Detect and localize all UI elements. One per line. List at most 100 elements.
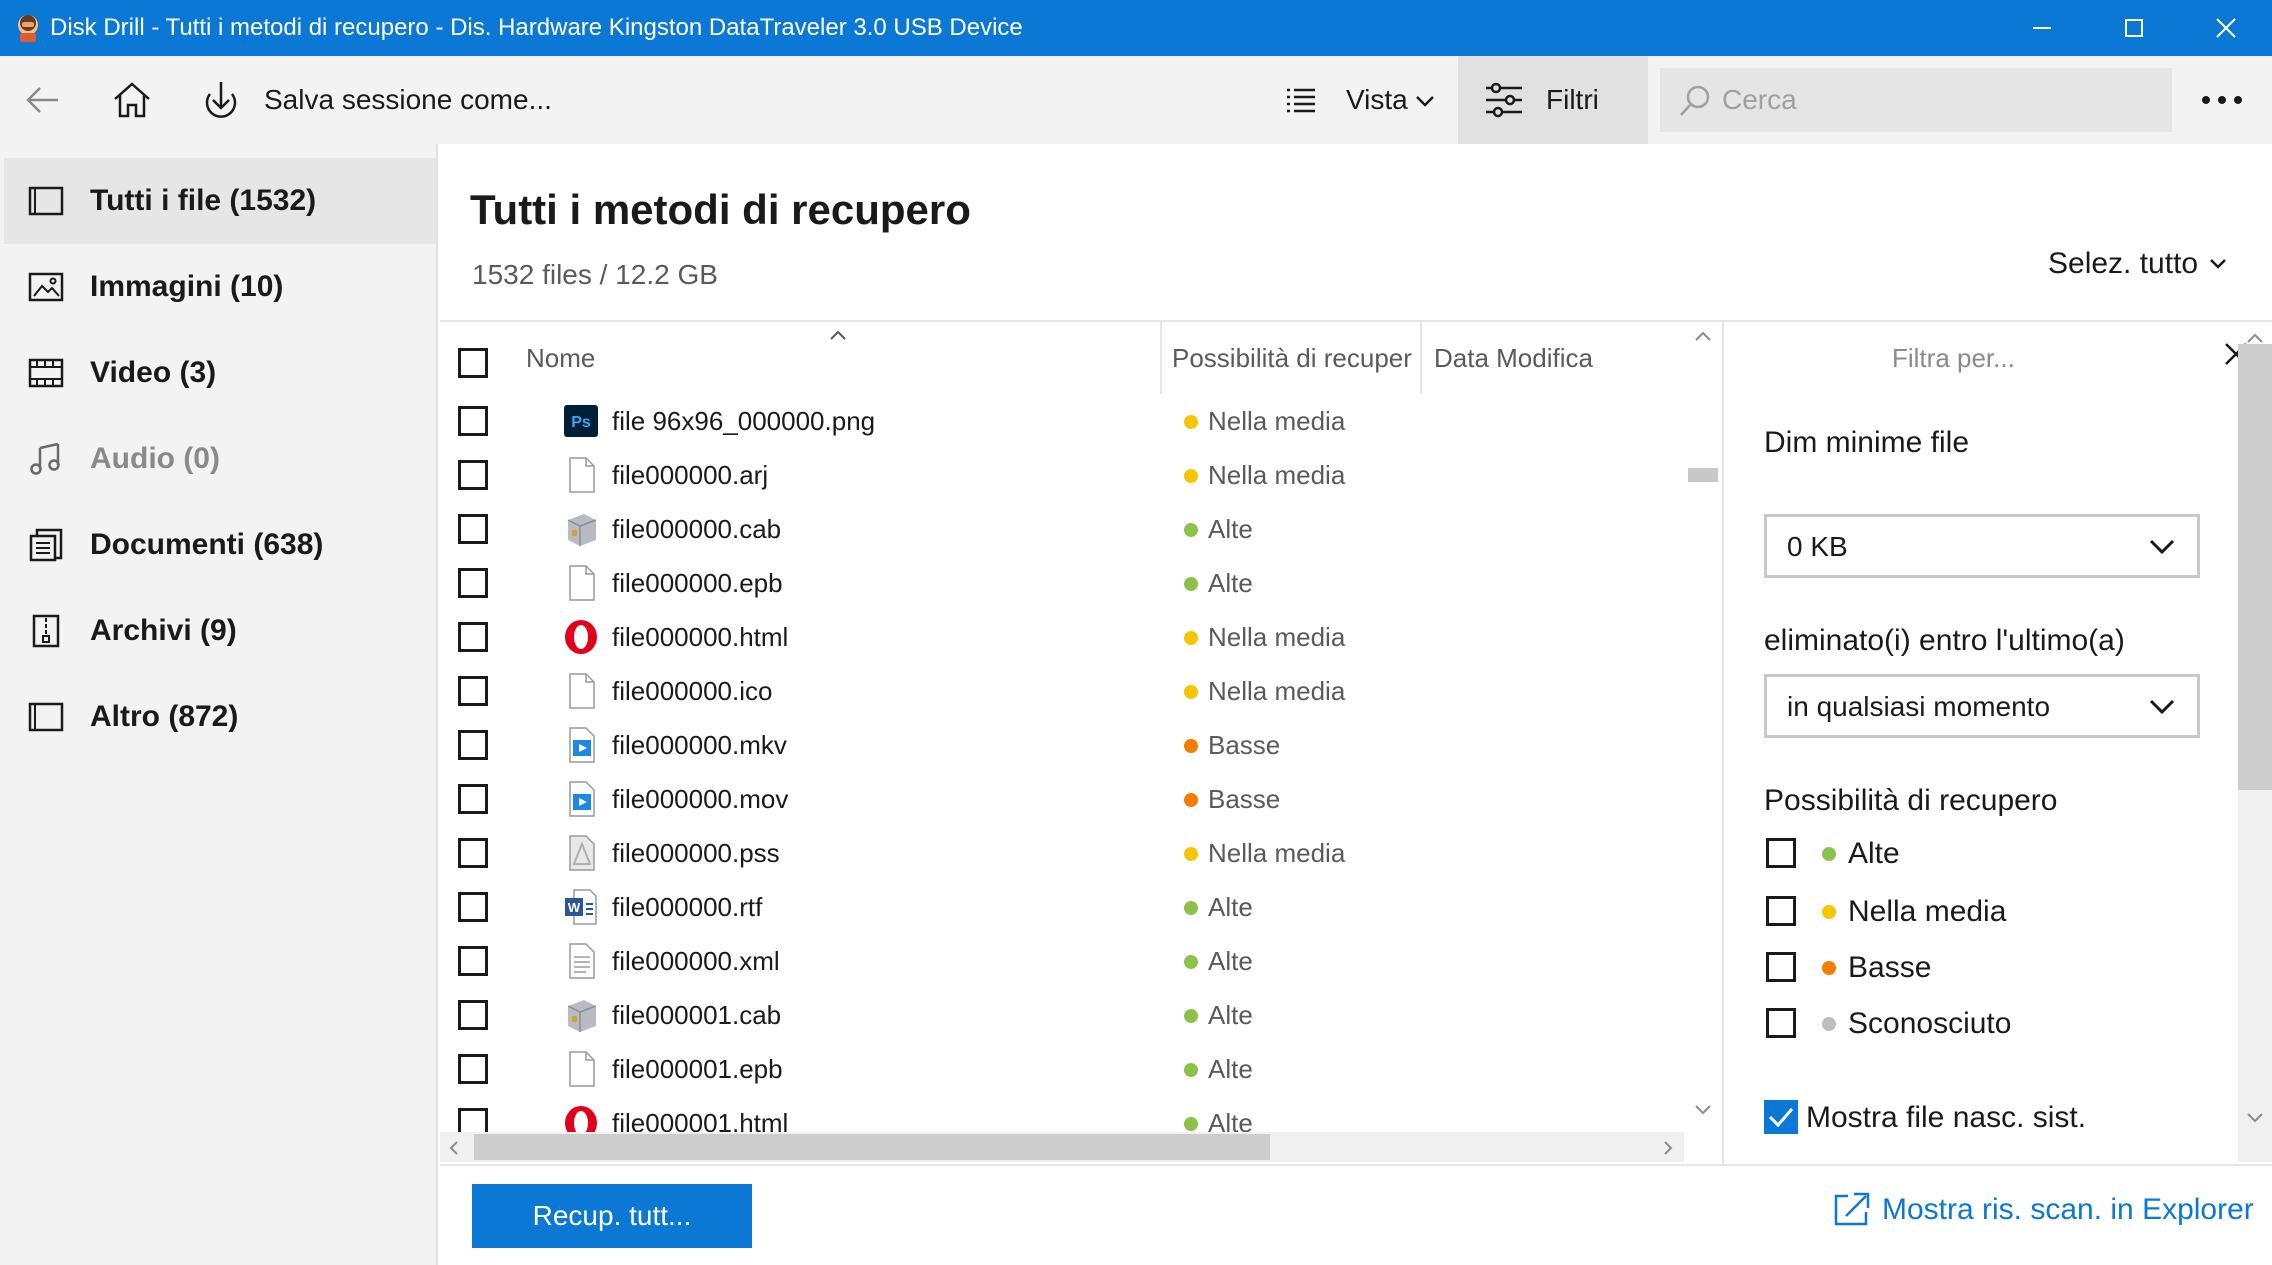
chevron-down-icon[interactable] [2208, 254, 2228, 274]
recovery-status-dot [1184, 1009, 1198, 1023]
recovery-filter-label: Sconosciuto [1848, 1007, 2012, 1040]
checkbox-checked[interactable] [1764, 1100, 1798, 1134]
filters-button[interactable]: Filtri [1458, 56, 1648, 144]
sidebar-item-documents[interactable]: Documenti (638) [4, 502, 436, 588]
sidebar-item-video[interactable]: Video (3) [4, 330, 436, 416]
checkbox[interactable] [1766, 838, 1796, 868]
close-button[interactable] [2180, 0, 2272, 56]
row-checkbox[interactable] [458, 892, 488, 922]
scroll-thumb[interactable] [2238, 344, 2272, 790]
row-checkbox[interactable] [458, 1000, 488, 1030]
row-checkbox[interactable] [458, 622, 488, 652]
save-session-button[interactable] [200, 78, 242, 122]
row-checkbox[interactable] [458, 946, 488, 976]
column-header-name[interactable]: Nome [526, 342, 595, 374]
row-checkbox[interactable] [458, 676, 488, 706]
row-checkbox[interactable] [458, 514, 488, 544]
column-separator[interactable] [1160, 322, 1162, 394]
min-size-select[interactable]: 0 KB [1764, 514, 2200, 578]
sidebar-item-archives[interactable]: Archivi (9) [4, 588, 436, 674]
show-in-explorer-link[interactable]: Mostra ris. scan. in Explorer [1792, 1182, 2254, 1238]
search-box[interactable] [1660, 68, 2172, 132]
table-row[interactable]: file000000.pss Nella media [440, 826, 1684, 880]
scroll-thumb[interactable] [1688, 468, 1718, 482]
view-chevron[interactable] [1414, 92, 1436, 110]
sidebar-item-audio[interactable]: Audio (0) [4, 416, 436, 502]
file-list-vertical-scrollbar[interactable] [1684, 322, 1722, 1162]
file-list-horizontal-scrollbar[interactable] [440, 1132, 1684, 1162]
recovery-filter-low[interactable]: Basse [1764, 946, 2164, 990]
scroll-down-icon[interactable] [1694, 1104, 1712, 1116]
column-header-date-modified[interactable]: Data Modifica [1434, 342, 1593, 374]
table-row[interactable]: file000001.epb Alte [440, 1042, 1684, 1096]
deleted-within-select[interactable]: in qualsiasi momento [1764, 674, 2200, 738]
table-row[interactable]: file000000.html Nella media [440, 610, 1684, 664]
column-separator[interactable] [1420, 322, 1422, 394]
back-button[interactable] [20, 80, 64, 120]
filter-panel-scrollbar[interactable] [2238, 333, 2272, 1162]
row-checkbox[interactable] [458, 838, 488, 868]
filter-panel: Filtra per... Dim minime file 0 KB elimi… [1722, 322, 2272, 1164]
row-checkbox[interactable] [458, 460, 488, 490]
file-name: file000001.html [612, 1108, 789, 1132]
document-icon [29, 528, 63, 562]
minimize-button[interactable] [1996, 0, 2088, 56]
scroll-right-icon[interactable] [1662, 1140, 1674, 1156]
show-hidden-files-toggle[interactable]: Mostra file nasc. sist. [1764, 1096, 2164, 1140]
row-checkbox[interactable] [458, 730, 488, 760]
sidebar-item-label: Archivi (9) [90, 614, 237, 647]
recovery-filter-medium[interactable]: Nella media [1764, 890, 2164, 934]
column-header-recovery[interactable]: Possibilità di recuper [1172, 342, 1412, 374]
scroll-up-icon[interactable] [1694, 330, 1712, 342]
table-row[interactable]: file000001.html Alte [440, 1096, 1684, 1132]
table-row[interactable]: file000000.epb Alte [440, 556, 1684, 610]
row-checkbox[interactable] [458, 406, 488, 436]
recovery-filter-label: Alte [1848, 837, 1900, 870]
table-row[interactable]: file000001.cab Alte [440, 988, 1684, 1042]
row-checkbox[interactable] [458, 1108, 488, 1132]
file-name: file000000.html [612, 622, 789, 652]
sidebar-item-label: Immagini (10) [90, 270, 284, 303]
checkbox[interactable] [1766, 1008, 1796, 1038]
view-list-button[interactable] [1284, 82, 1318, 118]
photoshop-icon: Ps [562, 402, 600, 440]
sidebar-item-images[interactable]: Immagini (10) [4, 244, 436, 330]
maximize-button[interactable] [2088, 0, 2180, 56]
bottom-bar: Recup. tutt... Mostra ris. scan. in Expl… [440, 1164, 2272, 1265]
arrow-left-icon [26, 87, 58, 113]
save-session-label[interactable]: Salva sessione come... [264, 82, 552, 118]
recovery-status-dot [1184, 577, 1198, 591]
select-all-checkbox[interactable] [458, 348, 488, 378]
recovery-filter-unknown[interactable]: Sconosciuto [1764, 1002, 2164, 1046]
table-row[interactable]: file000000.cab Alte [440, 502, 1684, 556]
recovery-status-dot [1184, 955, 1198, 969]
scroll-left-icon[interactable] [448, 1140, 460, 1156]
recover-all-button[interactable]: Recup. tutt... [472, 1184, 752, 1248]
search-input[interactable] [1722, 78, 2152, 122]
home-button[interactable] [110, 78, 154, 122]
table-row[interactable]: Ps file 96x96_000000.png Nella media [440, 394, 1684, 448]
recovery-status-dot [1184, 415, 1198, 429]
table-row[interactable]: file000000.mkv Basse [440, 718, 1684, 772]
scroll-thumb[interactable] [474, 1134, 1270, 1160]
row-checkbox[interactable] [458, 568, 488, 598]
scroll-down-icon[interactable] [2246, 1112, 2264, 1124]
row-checkbox[interactable] [458, 784, 488, 814]
file-name: file000000.mov [612, 784, 789, 814]
table-row[interactable]: file000000.xml Alte [440, 934, 1684, 988]
table-row[interactable]: file000000.ico Nella media [440, 664, 1684, 718]
sidebar-item-other[interactable]: Altro (872) [4, 674, 436, 760]
select-all-dropdown[interactable]: Selez. tutto [2048, 246, 2198, 282]
checkbox[interactable] [1766, 952, 1796, 982]
checkbox[interactable] [1766, 896, 1796, 926]
recovery-filter-high[interactable]: Alte [1764, 832, 2164, 876]
sidebar-item-all-files[interactable]: Tutti i file (1532) [4, 158, 436, 244]
table-row[interactable]: file000000.arj Nella media [440, 448, 1684, 502]
more-options-button[interactable] [2196, 80, 2248, 120]
table-row[interactable]: file000000.mov Basse [440, 772, 1684, 826]
row-checkbox[interactable] [458, 1054, 488, 1084]
sort-ascending-icon[interactable] [828, 328, 848, 342]
view-dropdown[interactable]: Vista [1346, 82, 1408, 118]
table-row[interactable]: Wfile000000.rtf Alte [440, 880, 1684, 934]
scroll-up-icon[interactable] [2246, 332, 2264, 344]
